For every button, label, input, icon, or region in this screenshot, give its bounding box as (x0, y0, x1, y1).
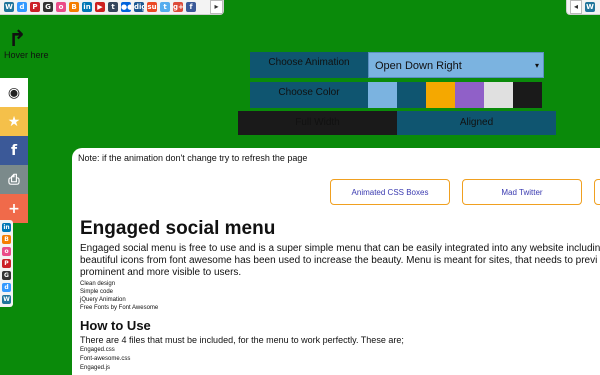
how-to-use-text: There are 4 files that must be included,… (80, 335, 404, 345)
delicious-icon[interactable]: d (2, 283, 11, 292)
choose-animation-label: Choose Animation (250, 52, 368, 78)
chevron-down-icon: ▾ (534, 61, 539, 70)
expand-bar-button[interactable]: ◂ (570, 0, 582, 14)
blogger-icon[interactable]: B (2, 235, 11, 244)
wordpress-icon[interactable]: W (2, 295, 11, 304)
twitter-icon[interactable]: t (160, 2, 170, 12)
googleplus-icon[interactable]: g+ (173, 2, 183, 12)
hover-hint: ↱ Hover here (4, 27, 49, 61)
more-button[interactable] (594, 179, 600, 205)
tumblr-icon[interactable]: t (108, 2, 118, 12)
owl-icon[interactable]: ◉ (0, 78, 28, 107)
color-swatch[interactable] (397, 82, 426, 108)
github-icon[interactable]: G (2, 271, 11, 280)
animation-select-value: Open Down Right (375, 60, 462, 72)
animated-css-boxes-button[interactable]: Animated CSS Boxes (330, 179, 450, 205)
animation-select[interactable]: Open Down Right ▾ (368, 52, 544, 78)
controls-panel: Choose Animation Open Down Right ▾ Choos… (250, 52, 544, 112)
choose-color-label: Choose Color (250, 82, 368, 108)
star-icon[interactable]: ★ (0, 107, 28, 136)
linkedin-icon[interactable]: in (82, 2, 92, 12)
refresh-note: Note: if the animation don't change try … (78, 153, 308, 163)
digg-icon[interactable]: digg (134, 2, 144, 12)
linkedin-icon[interactable]: in (2, 223, 11, 232)
color-swatch[interactable] (368, 82, 397, 108)
feature-item: Clean design (80, 281, 116, 287)
hover-hint-text: Hover here (4, 50, 49, 60)
how-to-use-heading: How to Use (80, 318, 151, 333)
pinterest-icon[interactable]: P (30, 2, 40, 12)
pinterest-icon[interactable]: P (2, 259, 11, 268)
wordpress-icon[interactable]: W (4, 2, 14, 12)
full-width-button[interactable]: Full Width (238, 111, 397, 135)
dribbble-icon[interactable]: o (56, 2, 66, 12)
color-swatch[interactable] (426, 82, 455, 108)
wordpress-icon[interactable]: W (585, 2, 595, 12)
mini-social-bar: in Bo P Gd W (0, 220, 13, 307)
feature-item: Simple code (80, 289, 114, 295)
file-item: Font-awesome.css (80, 356, 131, 362)
file-item: Engaged.css (80, 347, 115, 353)
engaged-social-menu: ◉ ★ f ⎙ + (0, 78, 28, 223)
flickr-icon[interactable]: ●● (121, 2, 131, 12)
top-social-bar: WdPGoBin▶t●●diggsutg+f ▸ (0, 0, 224, 15)
color-swatch[interactable] (484, 82, 513, 108)
color-swatch[interactable] (513, 82, 542, 108)
youtube-icon[interactable]: ▶ (95, 2, 105, 12)
feature-item: Free Fonts by Font Awesome (80, 305, 159, 311)
delicious-icon[interactable]: d (17, 2, 27, 12)
mad-twitter-button[interactable]: Mad Twitter (462, 179, 582, 205)
blogger-icon[interactable]: B (69, 2, 79, 12)
feature-item: jQuery Animation (80, 297, 126, 303)
github-icon[interactable]: G (43, 2, 53, 12)
dribbble-icon[interactable]: o (2, 247, 11, 256)
top-social-bar-right: ◂ W (566, 0, 600, 15)
plus-icon[interactable]: + (0, 194, 28, 223)
stumbleupon-icon[interactable]: su (147, 2, 157, 12)
facebook-icon[interactable]: f (186, 2, 196, 12)
file-item: Engaged.js (80, 365, 111, 371)
aligned-button[interactable]: Aligned (397, 111, 556, 135)
page-title: Engaged social menu (80, 218, 276, 239)
color-swatch[interactable] (455, 82, 484, 108)
layout-buttons: Full Width Aligned (238, 111, 556, 135)
facebook-icon[interactable]: f (0, 136, 28, 165)
collapse-bar-button[interactable]: ▸ (210, 0, 223, 14)
intro-paragraph: Engaged social menu is free to use and i… (80, 243, 600, 278)
curved-arrow-icon: ↱ (8, 27, 27, 52)
content-panel: Note: if the animation don't change try … (72, 148, 600, 375)
print-icon[interactable]: ⎙ (0, 165, 28, 194)
